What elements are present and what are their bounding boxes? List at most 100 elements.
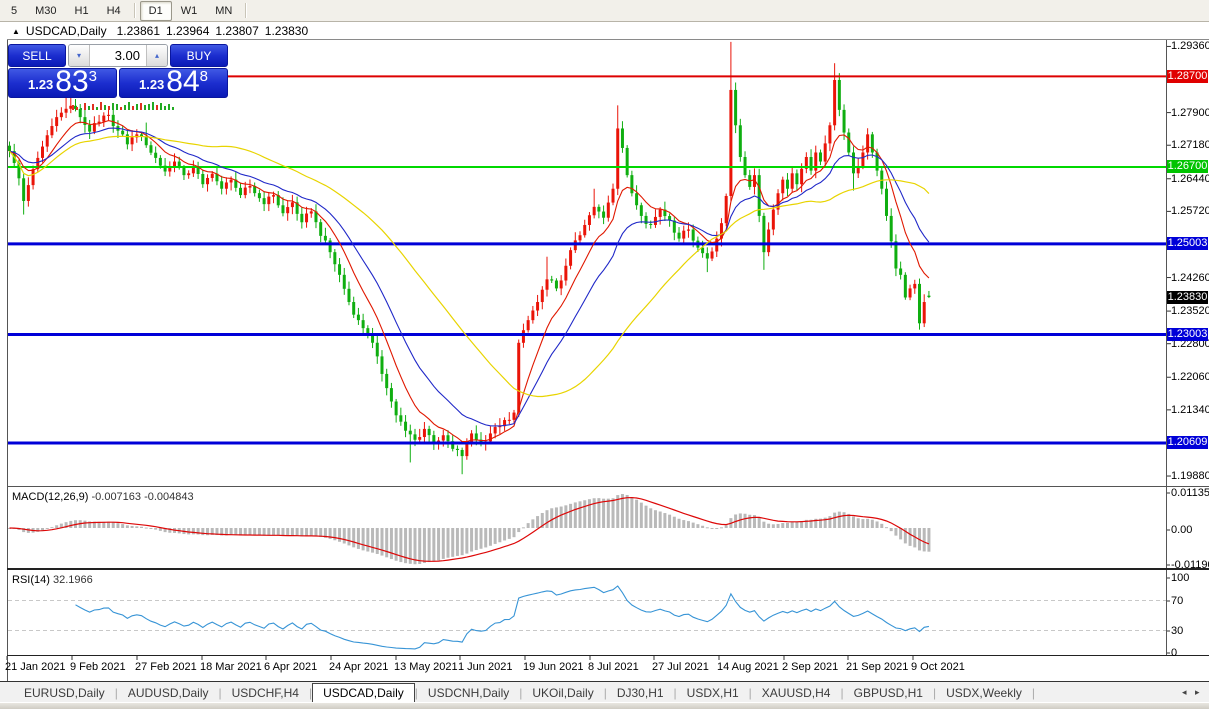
- tick-bar: [88, 106, 90, 110]
- tab-usdx-weekly[interactable]: USDX,Weekly: [936, 685, 1032, 702]
- tab-xauusd-h4[interactable]: XAUUSD,H4: [752, 685, 841, 702]
- tick-bar: [112, 103, 114, 110]
- timeframe-button-w1[interactable]: W1: [172, 1, 207, 21]
- timeframe-button-5[interactable]: 5: [2, 1, 26, 21]
- timeframe-button-m30[interactable]: M30: [26, 1, 65, 21]
- price-level-tag: 1.20609: [1167, 436, 1208, 449]
- tick-bar: [140, 103, 142, 110]
- macd-label: MACD(12,26,9) -0.007163 -0.004843: [12, 491, 194, 503]
- date-axis-label: 18 Mar 2021: [200, 661, 262, 673]
- macd-axis-tick: 0.01135: [1171, 487, 1207, 499]
- price-axis-tick: 1.22060: [1171, 371, 1207, 383]
- toolbar-separator: [245, 3, 247, 18]
- rsi-axis-tick: 70: [1171, 595, 1207, 607]
- price-axis-tick: 1.29360: [1171, 40, 1207, 52]
- tick-bar: [116, 104, 118, 110]
- timeframe-toolbar: 5M30H1H4 D1W1MN: [0, 0, 1209, 22]
- sell-button[interactable]: SELL: [8, 44, 66, 67]
- rsi-label: RSI(14) 32.1966: [12, 574, 93, 586]
- tick-bar: [80, 108, 82, 110]
- tab-scroll-right-icon[interactable]: ▸: [1195, 687, 1200, 698]
- buy-price-big: 84: [166, 68, 199, 96]
- rsi-indicator: [8, 586, 1166, 649]
- price-level-tag: 1.23003: [1167, 328, 1208, 341]
- macd-indicator: [8, 494, 930, 564]
- tick-bar: [104, 105, 106, 110]
- tick-bar: [136, 104, 138, 110]
- date-axis-label: 24 Apr 2021: [329, 661, 388, 673]
- timeframe-button-h4[interactable]: H4: [98, 1, 130, 21]
- tick-bar: [152, 102, 154, 110]
- tick-bar: [108, 106, 110, 110]
- price-level-tag: 1.26700: [1167, 160, 1208, 173]
- tick-bar: [92, 104, 94, 110]
- volume-spinner: ▾ 3.00 ▴: [68, 44, 168, 67]
- ohlc-close: 1.23830: [265, 24, 308, 38]
- timeframe-button-d1[interactable]: D1: [140, 1, 172, 21]
- macd-axis-tick: 0.00: [1171, 524, 1207, 536]
- date-axis-label: 9 Feb 2021: [70, 661, 126, 673]
- tab-scroll-left-icon[interactable]: ◂: [1182, 687, 1187, 698]
- timeframe-button-h1[interactable]: H1: [66, 1, 98, 21]
- price-axis-tick: 1.26440: [1171, 173, 1207, 185]
- sell-price-pip: 3: [89, 68, 97, 85]
- volume-increase-button[interactable]: ▴: [146, 45, 167, 66]
- date-axis-border: [7, 655, 1209, 656]
- tick-bar: [172, 107, 174, 110]
- ohlc-open: 1.23861: [117, 24, 160, 38]
- tick-bar: [168, 104, 170, 110]
- rsi-axis-tick: 30: [1171, 625, 1207, 637]
- timeframe-button-mn[interactable]: MN: [206, 1, 241, 21]
- price-chart-canvas: [0, 0, 1209, 709]
- tab-dj30-h1[interactable]: DJ30,H1: [607, 685, 674, 702]
- tab-separator: |: [1032, 685, 1035, 702]
- rsi-panel-divider[interactable]: [7, 568, 1209, 570]
- support-resistance-lines[interactable]: [8, 76, 1166, 443]
- sell-price-button[interactable]: 1.23 83 3: [8, 68, 117, 98]
- tick-bar: [124, 105, 126, 110]
- price-axis-tick: 1.25720: [1171, 205, 1207, 217]
- tab-usdcnh-daily[interactable]: USDCNH,Daily: [418, 685, 519, 702]
- ohlc-high: 1.23964: [166, 24, 209, 38]
- collapse-triangle-icon[interactable]: ▲: [12, 27, 20, 36]
- moving-averages: [10, 121, 929, 442]
- chart-left-border: [7, 40, 8, 681]
- price-axis-tick: 1.23520: [1171, 305, 1207, 317]
- tab-usdcad-daily[interactable]: USDCAD,Daily: [312, 683, 415, 702]
- chart-symbol-title: USDCAD,Daily: [26, 24, 107, 38]
- buy-price-button[interactable]: 1.23 84 8: [119, 68, 228, 98]
- chart-title-bar: ▲ USDCAD,Daily 1.23861 1.23964 1.23807 1…: [7, 23, 1209, 40]
- tick-chart-mini: [72, 100, 174, 110]
- macd-panel-divider[interactable]: [7, 486, 1209, 487]
- tab-audusd-daily[interactable]: AUDUSD,Daily: [118, 685, 219, 702]
- tab-usdchf-h4[interactable]: USDCHF,H4: [222, 685, 309, 702]
- tick-bar: [120, 107, 122, 110]
- price-axis-tick: 1.19880: [1171, 470, 1207, 482]
- price-level-tag: 1.25003: [1167, 237, 1208, 250]
- volume-decrease-button[interactable]: ▾: [69, 45, 90, 66]
- rsi-axis-tick: 100: [1171, 572, 1207, 584]
- tab-gbpusd-h1[interactable]: GBPUSD,H1: [844, 685, 933, 702]
- date-axis-label: 1 Jun 2021: [458, 661, 512, 673]
- tab-ukoil-daily[interactable]: UKOil,Daily: [522, 685, 603, 702]
- status-strip: [0, 703, 1209, 709]
- tick-bar: [164, 106, 166, 110]
- price-axis-tick: 1.27180: [1171, 139, 1207, 151]
- tab-usdx-h1[interactable]: USDX,H1: [677, 685, 749, 702]
- buy-button[interactable]: BUY: [170, 44, 228, 67]
- volume-input[interactable]: 3.00: [90, 45, 146, 66]
- sell-price-big: 83: [55, 68, 88, 96]
- tick-bar: [72, 105, 74, 110]
- sell-price-prefix: 1.23: [28, 77, 53, 92]
- price-axis-tick: 1.21340: [1171, 404, 1207, 416]
- buy-price-pip: 8: [200, 68, 208, 85]
- tab-eurusd-daily[interactable]: EURUSD,Daily: [14, 685, 115, 702]
- date-axis-label: 19 Jun 2021: [523, 661, 584, 673]
- tick-bar: [156, 105, 158, 110]
- date-axis-label: 13 May 2021: [394, 661, 458, 673]
- tick-bar: [132, 106, 134, 110]
- price-level-tag: 1.28700: [1167, 70, 1208, 83]
- instrument-tabbar: EURUSD,Daily|AUDUSD,Daily|USDCHF,H4|USDC…: [0, 682, 1209, 702]
- date-axis-label: 9 Oct 2021: [911, 661, 965, 673]
- date-axis-label: 8 Jul 2021: [588, 661, 639, 673]
